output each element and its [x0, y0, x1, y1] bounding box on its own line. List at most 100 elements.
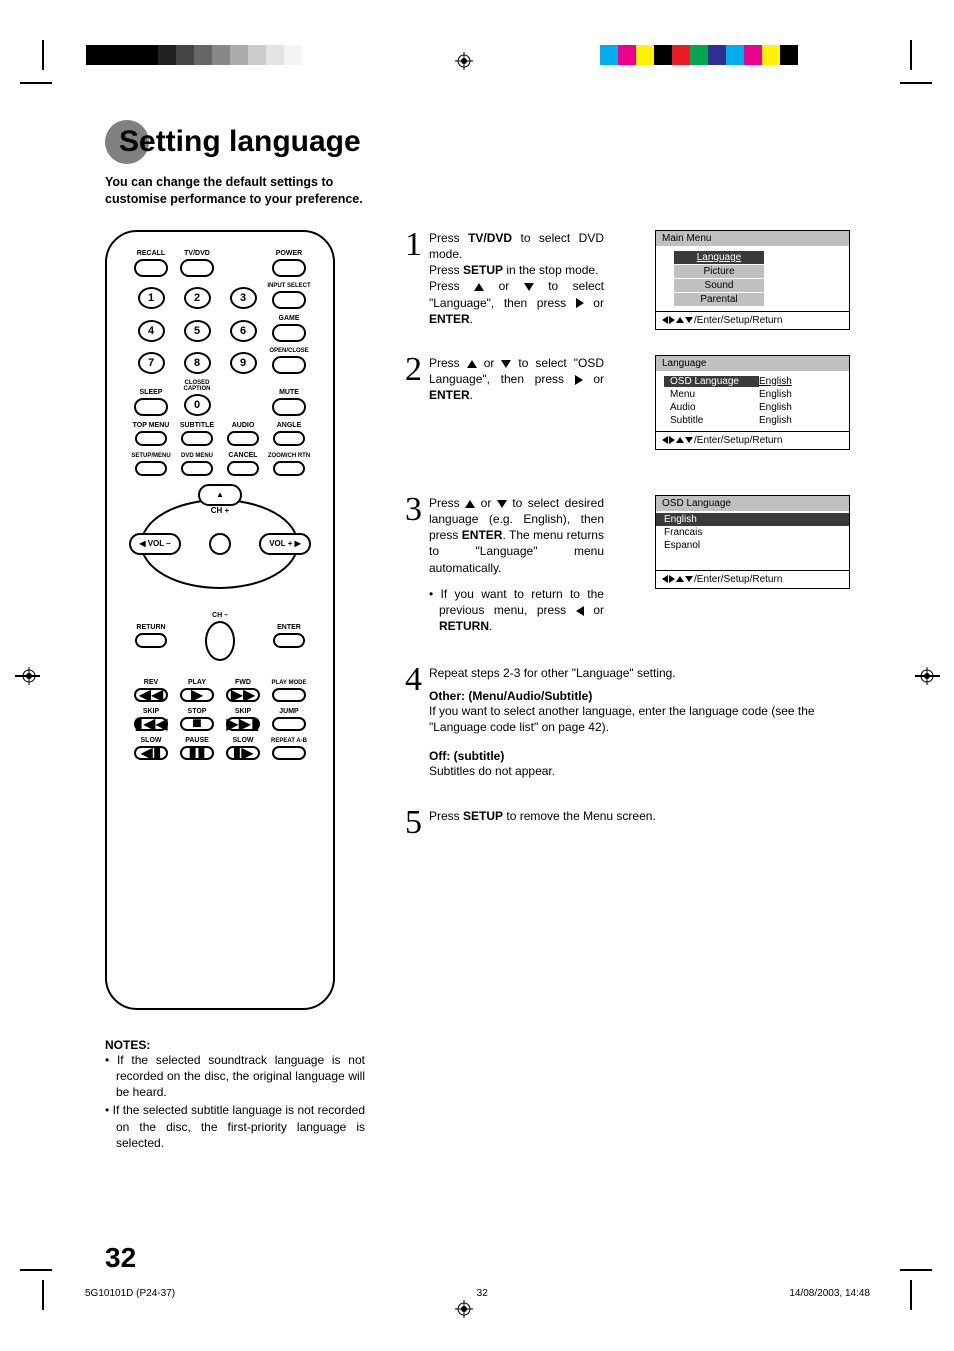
registration-mark — [455, 52, 473, 70]
center-button — [209, 533, 231, 555]
input-select-button — [272, 291, 306, 309]
stop-button: ■ — [180, 717, 214, 731]
up-arrow-icon — [467, 360, 477, 368]
subheading-other: Other: (Menu/Audio/Subtitle) — [429, 689, 850, 703]
stop-label: STOP — [188, 708, 207, 715]
dvdmenu-label: DVD MENU — [181, 453, 213, 459]
rev-button: ◀◀ — [134, 688, 168, 702]
osd-osd-language-menu: OSD Language English Francais Espanol /E… — [655, 495, 850, 589]
slow-fwd-button: ▮▶ — [226, 746, 260, 760]
note-item: If the selected soundtrack language is n… — [105, 1052, 365, 1101]
osd-title: Main Menu — [656, 231, 849, 246]
down-arrow-icon — [501, 360, 511, 368]
right-arrow-icon — [575, 375, 583, 385]
step-number: 1 — [405, 230, 429, 327]
footer-file: 5G10101D (P24-37) — [85, 1288, 175, 1299]
ch-down-button — [205, 621, 235, 661]
step-2-text: Press or to select "OSD Language", then … — [429, 355, 604, 404]
footer: 5G10101D (P24-37) 32 14/08/2003, 14:48 — [85, 1288, 870, 1299]
subtitle-button — [181, 431, 213, 446]
right-column: 1 Press TV/DVD to select DVD mode. Press… — [370, 230, 850, 1153]
notes-heading: NOTES: — [105, 1038, 370, 1052]
cancel-button — [227, 461, 259, 476]
osd-row: MenuEnglish — [664, 388, 841, 401]
sleep-label: SLEEP — [140, 389, 163, 396]
step-number: 2 — [405, 355, 429, 404]
return-label: RETURN — [136, 624, 165, 631]
subtitle-label: SUBTITLE — [180, 422, 214, 429]
num-4-button: 4 — [138, 320, 165, 342]
osd-row: OSD LanguageEnglish — [664, 375, 841, 388]
chm-label: CH – — [212, 612, 228, 619]
cc-label: CLOSEDCAPTION — [184, 380, 211, 392]
zoom-label: ZOOM/CH RTN — [268, 453, 310, 459]
intro-text: You can change the default settings to c… — [105, 174, 365, 208]
columns: RECALL TV/DVD POWER 1 2 3 INPUT SELECT — [105, 230, 850, 1153]
playmode-button — [272, 688, 306, 702]
recall-label: RECALL — [137, 250, 165, 257]
page-title-wrap: Setting language — [105, 120, 850, 164]
color-bar-bw — [86, 45, 302, 65]
num-5-button: 5 — [184, 320, 211, 342]
direction-pad: ▲ CH + ◀ VOL – VOL + ▶ — [129, 484, 311, 604]
tvdvd-button — [180, 259, 214, 277]
footer-page: 32 — [477, 1288, 488, 1299]
angle-button — [273, 431, 305, 446]
step-3-text: Press or to select desired language (e.g… — [429, 495, 604, 576]
registration-mark — [20, 667, 38, 685]
mute-label: MUTE — [279, 389, 299, 396]
crop-mark — [42, 1280, 44, 1310]
step-4-text: Repeat steps 2-3 for other "Language" se… — [429, 665, 850, 681]
sleep-button — [134, 398, 168, 416]
osd-language-menu: Language OSD LanguageEnglish MenuEnglish… — [655, 355, 850, 450]
step-number: 5 — [405, 808, 429, 839]
step-number: 4 — [405, 665, 429, 780]
step-number: 3 — [405, 495, 429, 635]
osd-title: Language — [656, 356, 849, 371]
game-label: GAME — [279, 315, 300, 322]
zoom-button — [273, 461, 305, 476]
page-title: Setting language — [119, 125, 361, 159]
skip-fwd-button: ▶▶▮ — [226, 717, 260, 731]
down-arrow-icon — [524, 283, 534, 291]
subheading-off: Off: (subtitle) — [429, 749, 850, 763]
num-2-button: 2 — [184, 287, 211, 309]
pause-button: ▮▮ — [180, 746, 214, 760]
num-0-button: 0 — [184, 394, 211, 416]
osd-item: Parental — [674, 293, 764, 306]
fwd-button: ▶▶ — [226, 688, 260, 702]
cancel-label: CANCEL — [228, 452, 257, 459]
angle-label: ANGLE — [277, 422, 302, 429]
vol-down-button: ◀ VOL – — [129, 533, 181, 555]
osd-row: AudioEnglish — [664, 401, 841, 414]
num-9-button: 9 — [230, 352, 257, 374]
osd-item: Language — [674, 251, 764, 264]
osd-footer: /Enter/Setup/Return — [656, 431, 849, 449]
audio-label: AUDIO — [232, 422, 255, 429]
page-number: 32 — [105, 1242, 136, 1274]
notes-list: If the selected soundtrack language is n… — [105, 1052, 365, 1151]
off-text: Subtitles do not appear. — [429, 763, 850, 779]
osd-main-menu: Main Menu Language Picture Sound Parenta… — [655, 230, 850, 330]
up-arrow-icon — [474, 283, 484, 291]
tvdvd-label: TV/DVD — [184, 250, 210, 257]
osd-item: English — [656, 513, 849, 526]
note-item: If the selected subtitle language is not… — [105, 1102, 365, 1151]
ch-up-button: ▲ — [198, 484, 242, 506]
left-arrow-icon — [576, 606, 584, 616]
topmenu-button — [135, 431, 167, 446]
crop-mark — [20, 82, 52, 84]
crop-mark — [900, 1269, 932, 1271]
play-button: ▶ — [180, 688, 214, 702]
return-button — [135, 633, 167, 648]
osd-title: OSD Language — [656, 496, 849, 511]
left-column: RECALL TV/DVD POWER 1 2 3 INPUT SELECT — [105, 230, 370, 1153]
step-2: 2 Press or to select "OSD Language", the… — [405, 355, 850, 495]
registration-mark — [918, 667, 936, 685]
step-3-bullet: If you want to return to the previous me… — [429, 586, 604, 635]
osd-footer: /Enter/Setup/Return — [656, 570, 849, 588]
step-3: 3 Press or to select desired language (e… — [405, 495, 850, 665]
jump-button — [272, 717, 306, 731]
num-1-button: 1 — [138, 287, 165, 309]
page: Setting language You can change the defa… — [0, 0, 954, 1351]
